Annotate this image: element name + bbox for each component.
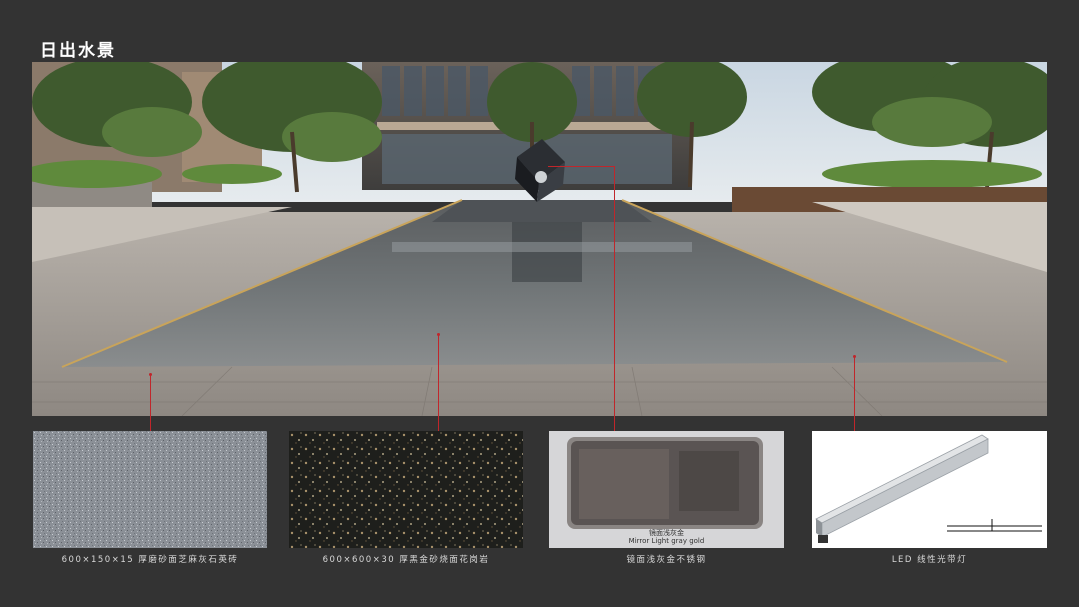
caption-mirror-steel: 镜面浅灰金不锈钢 bbox=[626, 555, 707, 565]
material-swatch-led-strip bbox=[812, 431, 1047, 548]
leader-dot-1 bbox=[149, 373, 152, 376]
caption-grey-granite: 600×150×15 厚磨砂面芝麻灰石英砖 bbox=[61, 555, 239, 565]
material-swatch-black-gold-granite bbox=[289, 431, 523, 548]
leader-line-3-horizontal bbox=[548, 166, 615, 167]
material-swatch-grey-granite bbox=[33, 431, 267, 548]
caption-led-strip: LED 线性光带灯 bbox=[891, 555, 968, 565]
leader-line-1 bbox=[150, 374, 151, 431]
page-title: 日出水景 bbox=[40, 41, 116, 61]
swatch-inset-label-en: Mirror Light gray gold bbox=[628, 537, 705, 545]
landscape-render-image bbox=[32, 62, 1047, 416]
leader-line-4 bbox=[854, 356, 855, 431]
material-swatch-mirror-steel: 镜面浅灰金 Mirror Light gray gold bbox=[549, 431, 784, 548]
leader-line-2 bbox=[438, 334, 439, 431]
caption-black-gold-granite: 600×600×30 厚黑金砂烧面花岗岩 bbox=[322, 555, 490, 565]
swatch-inset-label-cn: 镜面浅灰金 bbox=[649, 529, 684, 537]
leader-line-3 bbox=[614, 166, 615, 431]
leader-dot-4 bbox=[853, 355, 856, 358]
leader-dot-2 bbox=[437, 333, 440, 336]
